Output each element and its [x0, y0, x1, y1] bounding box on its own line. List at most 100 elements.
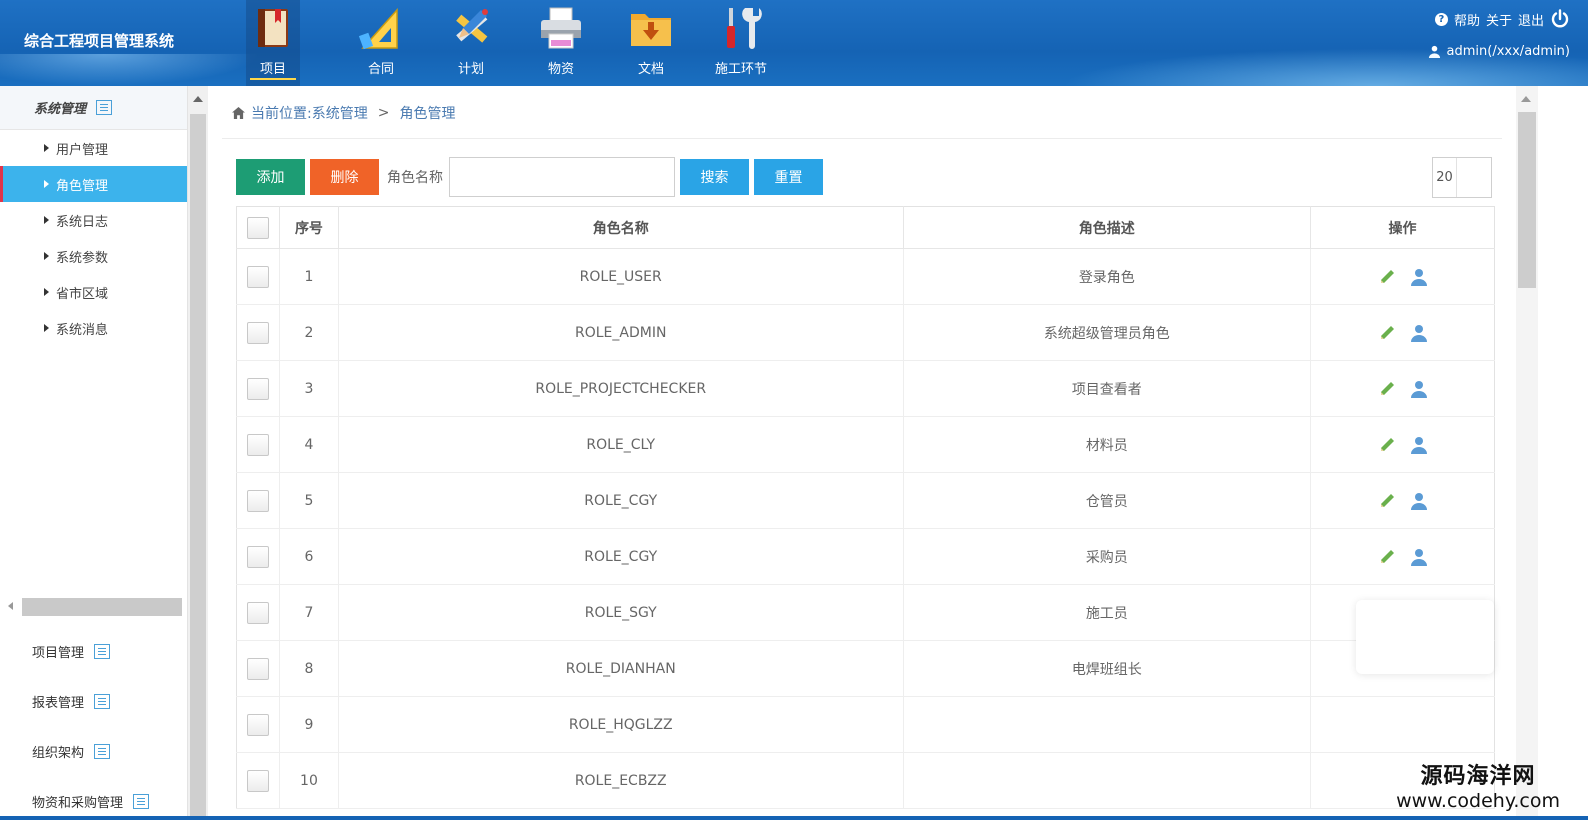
breadcrumb-current: 角色管理 — [399, 103, 455, 123]
reset-button[interactable]: 重置 — [754, 159, 823, 195]
col-header-no: 序号 — [279, 207, 338, 249]
assign-user-icon[interactable] — [1410, 548, 1428, 566]
edit-pencil-icon[interactable] — [1378, 380, 1396, 398]
table-row[interactable]: 7ROLE_SGY施工员 — [237, 585, 1495, 641]
nav-label: 施工环节 — [696, 58, 786, 77]
help-link[interactable]: 帮助 — [1454, 10, 1480, 29]
sidebar-item-roles[interactable]: 角色管理 — [0, 166, 187, 202]
scroll-up-icon[interactable] — [1521, 96, 1531, 102]
logout-link[interactable]: 退出 — [1518, 10, 1544, 29]
edit-pencil-icon[interactable] — [1378, 436, 1396, 454]
list-icon — [94, 694, 110, 709]
edit-pencil-icon[interactable] — [1378, 324, 1396, 342]
sidebar-item-messages[interactable]: 系统消息 — [0, 310, 187, 346]
about-link[interactable]: 关于 — [1486, 10, 1512, 29]
table-row[interactable]: 8ROLE_DIANHAN电焊班组长 — [237, 641, 1495, 697]
nav-item-documents[interactable]: 文档 — [606, 0, 696, 86]
caret-right-icon — [44, 324, 49, 332]
table-row[interactable]: 9ROLE_HQGLZZ — [237, 697, 1495, 753]
scroll-up-icon[interactable] — [193, 96, 203, 102]
delete-button[interactable]: 删除 — [310, 159, 379, 195]
assign-user-icon[interactable] — [1410, 380, 1428, 398]
edit-pencil-icon[interactable] — [1378, 492, 1396, 510]
floating-popup — [1356, 600, 1494, 674]
bottom-bar — [0, 816, 1588, 820]
table-body: 1ROLE_USER登录角色 2ROLE_ADMIN系统超级管理员角色 3ROL… — [237, 249, 1495, 809]
nav-item-project[interactable]: 项目 — [246, 0, 300, 86]
table-row[interactable]: 6ROLE_CGY采购员 — [237, 529, 1495, 585]
app-title: 综合工程项目管理系统 — [24, 30, 174, 51]
toolbar: 添加 删除 角色名称 搜索 重置 — [236, 158, 823, 196]
assign-user-icon[interactable] — [1410, 324, 1428, 342]
row-checkbox[interactable] — [247, 378, 269, 400]
breadcrumb-parent[interactable]: 系统管理 — [312, 103, 368, 123]
divider — [222, 138, 1502, 139]
table-row[interactable]: 2ROLE_ADMIN系统超级管理员角色 — [237, 305, 1495, 361]
row-checkbox[interactable] — [247, 658, 269, 680]
roles-table: 序号 角色名称 角色描述 操作 1ROLE_USER登录角色 2ROLE_ADM… — [236, 206, 1495, 809]
home-icon — [232, 107, 245, 119]
nav-item-materials[interactable]: 物资 — [516, 0, 606, 86]
caret-right-icon — [44, 288, 49, 296]
add-button[interactable]: 添加 — [236, 159, 305, 195]
scroll-left-icon[interactable] — [8, 602, 13, 610]
sidebar-group-project[interactable]: 项目管理 — [0, 626, 188, 676]
list-icon — [94, 644, 110, 659]
sidebar-group-report[interactable]: 报表管理 — [0, 676, 188, 726]
search-button[interactable]: 搜索 — [680, 159, 749, 195]
row-checkbox[interactable] — [247, 266, 269, 288]
power-icon[interactable] — [1550, 9, 1570, 29]
list-icon — [96, 100, 112, 115]
list-icon — [133, 794, 149, 809]
row-checkbox[interactable] — [247, 714, 269, 736]
scrollbar-thumb[interactable] — [1518, 112, 1536, 288]
col-header-op: 操作 — [1311, 207, 1495, 249]
role-name-input[interactable] — [449, 157, 675, 197]
sidebar-section-system[interactable]: 系统管理 — [0, 86, 187, 130]
sidebar-vertical-scrollbar[interactable] — [188, 86, 208, 820]
table-row[interactable]: 1ROLE_USER登录角色 — [237, 249, 1495, 305]
nav-label: 合同 — [336, 58, 426, 77]
main-vertical-scrollbar[interactable] — [1516, 86, 1538, 820]
sidebar-item-params[interactable]: 系统参数 — [0, 238, 187, 274]
top-nav: 项目 合同 计划 — [246, 0, 786, 86]
book-icon — [249, 4, 297, 52]
nav-item-construction[interactable]: 施工环节 — [696, 0, 786, 86]
select-all-cell — [237, 207, 280, 249]
col-header-desc: 角色描述 — [903, 207, 1311, 249]
nav-label: 计划 — [426, 58, 516, 77]
breadcrumb-separator: > — [378, 105, 390, 121]
sidebar-item-regions[interactable]: 省市区域 — [0, 274, 187, 310]
table-row[interactable]: 5ROLE_CGY仓管员 — [237, 473, 1495, 529]
sidebar-horizontal-scrollbar[interactable] — [22, 598, 182, 616]
watermark: 源码海洋网 www.codehy.com — [1396, 758, 1560, 812]
table-row[interactable]: 3ROLE_PROJECTCHECKER项目查看者 — [237, 361, 1495, 417]
sidebar-item-logs[interactable]: 系统日志 — [0, 202, 187, 238]
current-user[interactable]: admin(/xxx/admin) — [1447, 44, 1570, 59]
caret-right-icon — [44, 144, 49, 152]
assign-user-icon[interactable] — [1410, 492, 1428, 510]
table-row[interactable]: 4ROLE_CLY材料员 — [237, 417, 1495, 473]
nav-item-contract[interactable]: 合同 — [336, 0, 426, 86]
user-icon — [1428, 45, 1441, 58]
table-row[interactable]: 10ROLE_ECBZZ — [237, 753, 1495, 809]
edit-pencil-icon[interactable] — [1378, 268, 1396, 286]
row-checkbox[interactable] — [247, 434, 269, 456]
assign-user-icon[interactable] — [1410, 268, 1428, 286]
row-checkbox[interactable] — [247, 602, 269, 624]
nav-item-plan[interactable]: 计划 — [426, 0, 516, 86]
table-header-row: 序号 角色名称 角色描述 操作 — [237, 207, 1495, 249]
edit-pencil-icon[interactable] — [1378, 548, 1396, 566]
assign-user-icon[interactable] — [1410, 436, 1428, 454]
sidebar-item-users[interactable]: 用户管理 — [0, 130, 187, 166]
select-all-checkbox[interactable] — [247, 217, 269, 239]
nav-label: 项目 — [246, 58, 300, 77]
row-checkbox[interactable] — [247, 490, 269, 512]
row-checkbox[interactable] — [247, 770, 269, 792]
row-checkbox[interactable] — [247, 546, 269, 568]
row-checkbox[interactable] — [247, 322, 269, 344]
page-size-select[interactable]: 20 — [1432, 157, 1492, 198]
sidebar-group-org[interactable]: 组织架构 — [0, 726, 188, 776]
role-name-label: 角色名称 — [387, 167, 443, 187]
scrollbar-thumb[interactable] — [190, 114, 206, 820]
